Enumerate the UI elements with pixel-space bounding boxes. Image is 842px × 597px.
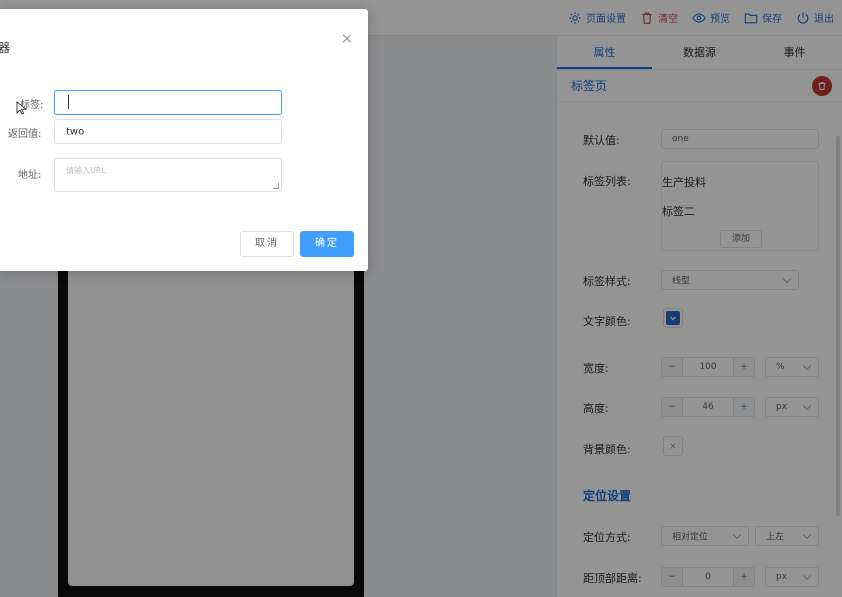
resize-handle-icon[interactable] — [273, 183, 279, 189]
confirm-button[interactable]: 确定 — [300, 231, 354, 257]
tab-edit-dialog: 器 × 标签: 返回值: two 地址: 请输入URL 取消 确定 — [0, 9, 368, 271]
url-placeholder: 请输入URL — [66, 166, 106, 175]
cancel-button[interactable]: 取消 — [240, 231, 294, 257]
url-textarea[interactable]: 请输入URL — [54, 158, 282, 192]
return-value-label: 返回值: — [8, 129, 42, 140]
return-value-input[interactable]: two — [54, 119, 282, 144]
return-value-text: two — [66, 126, 85, 137]
text-caret — [68, 95, 69, 109]
close-icon[interactable]: × — [341, 31, 353, 47]
url-label: 地址: — [18, 170, 42, 181]
tag-input[interactable] — [54, 90, 282, 115]
dialog-title: 器 — [0, 41, 11, 55]
mouse-pointer-icon — [16, 101, 28, 115]
